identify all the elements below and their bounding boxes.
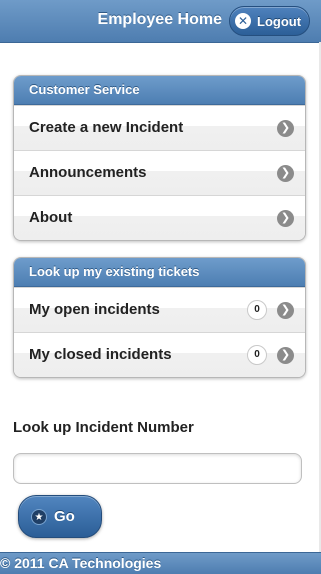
page-title: Employee Home (97, 11, 222, 28)
list-item-label: Create a new Incident (29, 119, 184, 136)
count-badge: 0 (247, 300, 267, 320)
lookup-label: Look up Incident Number (13, 419, 194, 436)
chevron-right-icon: ❯ (277, 120, 294, 137)
footer-bar: © 2011 CA Technologies (0, 552, 321, 574)
list-item-label: About (29, 209, 73, 226)
existing-tickets-group: Look up my existing tickets My open inci… (13, 257, 306, 378)
header-bar: Employee Home ✕ Logout (0, 0, 321, 43)
list-item-announcements[interactable]: Announcements ❯ (14, 150, 305, 195)
go-button[interactable]: ★ Go (18, 495, 102, 538)
customer-service-heading: Customer Service (14, 76, 305, 105)
list-item-label: My open incidents (29, 301, 160, 318)
chevron-right-icon: ❯ (277, 165, 294, 182)
customer-service-group: Customer Service Create a new Incident ❯… (13, 75, 306, 241)
list-item-label: Announcements (29, 164, 147, 181)
chevron-right-icon: ❯ (277, 347, 294, 364)
list-item-about[interactable]: About ❯ (14, 195, 305, 240)
list-item-closed-incidents[interactable]: My closed incidents 0 ❯ (14, 332, 305, 377)
go-label: Go (54, 508, 75, 525)
chevron-right-icon: ❯ (277, 210, 294, 227)
list-item-open-incidents[interactable]: My open incidents 0 ❯ (14, 287, 305, 332)
logout-button[interactable]: ✕ Logout (229, 6, 310, 36)
list-item-label: My closed incidents (29, 346, 172, 363)
star-icon: ★ (31, 509, 47, 525)
footer-copyright: © 2011 CA Technologies (0, 555, 162, 571)
logout-label: Logout (257, 14, 302, 29)
chevron-right-icon: ❯ (277, 302, 294, 319)
incident-number-input[interactable] (13, 453, 302, 484)
list-item-create-incident[interactable]: Create a new Incident ❯ (14, 105, 305, 150)
count-badge: 0 (247, 345, 267, 365)
close-icon: ✕ (235, 13, 251, 29)
existing-tickets-heading: Look up my existing tickets (14, 258, 305, 287)
